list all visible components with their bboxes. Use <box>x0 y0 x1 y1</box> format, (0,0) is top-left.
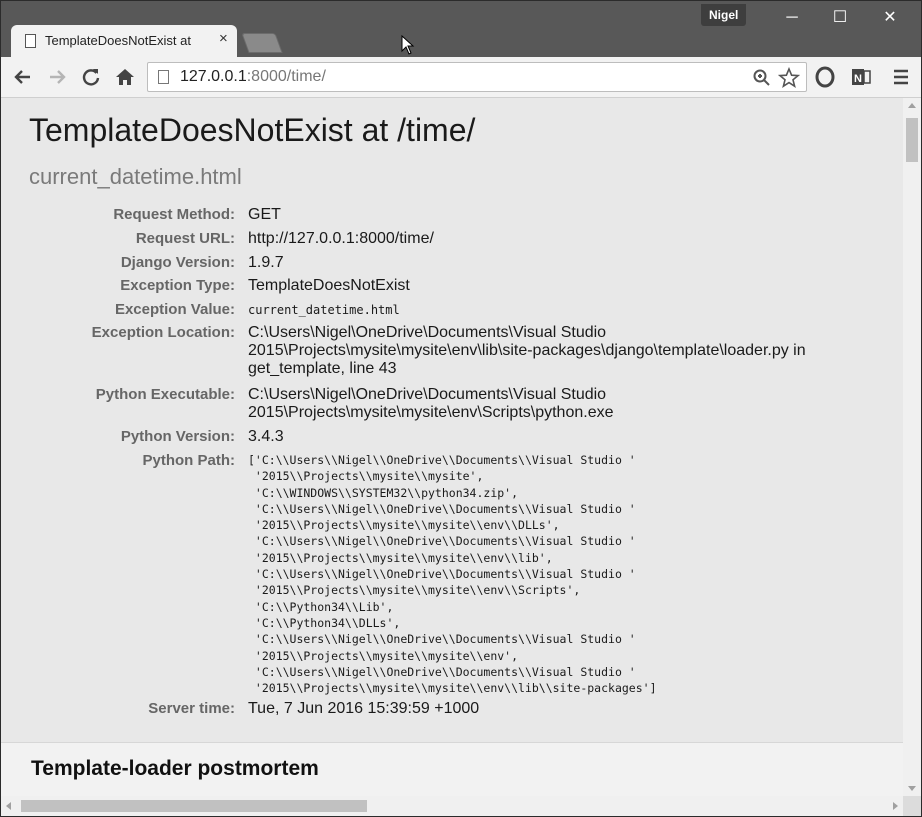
minimize-button[interactable]: ─ <box>769 1 815 35</box>
url-host: 127.0.0.1 <box>180 68 247 85</box>
back-icon[interactable] <box>9 63 37 91</box>
meta-value: GET <box>248 206 281 223</box>
vertical-scrollbar[interactable] <box>903 98 921 796</box>
meta-row-python-version: Python Version: 3.4.3 <box>1 428 881 452</box>
svg-text:N: N <box>854 73 862 85</box>
meta-key: Request Method: <box>113 206 235 223</box>
title-bar: Nigel ─ ☐ ✕ TemplateDoesNotExist at × <box>1 1 921 57</box>
onenote-extension-icon[interactable]: N <box>847 63 875 91</box>
bookmark-star-icon[interactable] <box>777 66 801 94</box>
python-path-line: '2015\\Projects\\mysite\\mysite\\env\\li… <box>248 550 553 565</box>
meta-key: Python Executable: <box>95 386 235 403</box>
page-content: TemplateDoesNotExist at /time/ current_d… <box>1 98 903 796</box>
tab-active[interactable]: TemplateDoesNotExist at × <box>11 25 237 57</box>
zoom-icon[interactable] <box>752 66 772 93</box>
python-path-line: 'C:\\Users\\Nigel\\OneDrive\\Documents\\… <box>248 664 636 679</box>
meta-key: Exception Value: <box>114 301 235 318</box>
meta-value: 3.4.3 <box>248 428 284 445</box>
python-path-line: 'C:\\Users\\Nigel\\OneDrive\\Documents\\… <box>248 632 636 647</box>
opera-extension-icon[interactable] <box>811 63 839 91</box>
tab-title: TemplateDoesNotExist at <box>45 33 191 48</box>
meta-key: Request URL: <box>135 230 235 247</box>
meta-row-python-executable: Python Executable: C:\Users\Nigel\OneDri… <box>1 386 881 428</box>
scroll-up-arrow-icon[interactable] <box>908 103 916 108</box>
section-heading: Template-loader postmortem <box>31 757 319 780</box>
meta-row-request-method: Request Method: GET <box>1 206 881 230</box>
python-path-line: '2015\\Projects\\mysite\\mysite\\env\\Sc… <box>248 583 581 598</box>
mouse-cursor-icon <box>401 35 415 55</box>
meta-value: http://127.0.0.1:8000/time/ <box>248 230 434 247</box>
meta-key: Python Version: <box>120 428 235 445</box>
request-meta-table: Request Method: GET Request URL: http://… <box>1 206 881 724</box>
meta-key: Exception Type: <box>120 277 235 294</box>
meta-row-exception-location: Exception Location: C:\Users\Nigel\OneDr… <box>1 324 881 386</box>
scroll-right-arrow-icon[interactable] <box>893 802 898 810</box>
python-path-line: '2015\\Projects\\mysite\\mysite', <box>248 469 484 484</box>
meta-key: Server time: <box>148 700 235 717</box>
horizontal-scrollbar[interactable] <box>1 796 903 816</box>
maximize-button[interactable]: ☐ <box>817 1 863 35</box>
new-tab-button[interactable] <box>241 33 283 53</box>
close-window-button[interactable]: ✕ <box>867 1 913 35</box>
python-path-line: '2015\\Projects\\mysite\\mysite\\env\\DL… <box>248 518 560 533</box>
scroll-down-arrow-icon[interactable] <box>908 786 916 791</box>
meta-key: Django Version: <box>120 254 235 271</box>
meta-row-exception-type: Exception Type: TemplateDoesNotExist <box>1 277 881 301</box>
python-path-line: 'C:\\Python34\\DLLs', <box>248 615 401 630</box>
horizontal-scroll-thumb[interactable] <box>21 800 367 812</box>
page-icon <box>158 70 169 84</box>
reload-icon[interactable] <box>77 63 105 91</box>
python-path-line: 'C:\\Users\\Nigel\\OneDrive\\Documents\\… <box>248 567 636 582</box>
python-path-line: ['C:\\Users\\Nigel\\OneDrive\\Documents\… <box>248 453 636 467</box>
meta-row-exception-value: Exception Value: current_datetime.html <box>1 301 881 324</box>
meta-value: C:\Users\Nigel\OneDrive\Documents\Visual… <box>248 386 614 421</box>
forward-icon[interactable] <box>43 63 71 91</box>
menu-icon[interactable] <box>887 63 915 91</box>
browser-toolbar: 127.0.0.1:8000/time/ N <box>1 57 921 98</box>
meta-row-request-url: Request URL: http://127.0.0.1:8000/time/ <box>1 230 881 254</box>
address-bar[interactable]: 127.0.0.1:8000/time/ <box>147 62 807 92</box>
meta-value: C:\Users\Nigel\OneDrive\Documents\Visual… <box>248 324 806 377</box>
python-path-list: ['C:\\Users\\Nigel\\OneDrive\\Documents\… <box>235 452 848 700</box>
python-path-line: '2015\\Projects\\mysite\\mysite\\env\\li… <box>248 681 657 696</box>
profile-badge[interactable]: Nigel <box>701 4 747 26</box>
browser-window: Nigel ─ ☐ ✕ TemplateDoesNotExist at × 12… <box>0 0 922 817</box>
python-path-line: 'C:\\Users\\Nigel\\OneDrive\\Documents\\… <box>248 501 636 516</box>
python-path-line: 'C:\\Python34\\Lib', <box>248 599 394 614</box>
meta-row-python-path: Python Path: ['C:\\Users\\Nigel\\OneDriv… <box>1 452 881 700</box>
meta-key: Exception Location: <box>91 324 235 341</box>
meta-value: TemplateDoesNotExist <box>248 277 410 294</box>
scroll-left-arrow-icon[interactable] <box>6 802 11 810</box>
page-subtitle: current_datetime.html <box>29 164 242 189</box>
page-title: TemplateDoesNotExist at /time/ <box>29 112 476 148</box>
postmortem-section: Template-loader postmortem <box>1 742 903 796</box>
home-icon[interactable] <box>111 63 139 91</box>
meta-key: Python Path: <box>142 452 236 469</box>
meta-value: 1.9.7 <box>248 254 284 271</box>
url-text[interactable]: 127.0.0.1:8000/time/ <box>180 68 326 86</box>
python-path-line: '2015\\Projects\\mysite\\mysite\\env', <box>248 648 519 663</box>
python-path-line: 'C:\\WINDOWS\\SYSTEM32\\python34.zip', <box>248 485 519 500</box>
tab-close-icon[interactable]: × <box>219 30 228 47</box>
meta-row-server-time: Server time: Tue, 7 Jun 2016 15:39:59 +1… <box>1 700 881 724</box>
url-path: :8000/time/ <box>246 68 326 85</box>
meta-value: current_datetime.html <box>248 303 400 317</box>
python-path-line: 'C:\\Users\\Nigel\\OneDrive\\Documents\\… <box>248 534 636 549</box>
scrollbar-corner <box>903 796 921 816</box>
meta-row-django-version: Django Version: 1.9.7 <box>1 254 881 277</box>
page-icon <box>25 34 36 48</box>
vertical-scroll-thumb[interactable] <box>906 118 918 162</box>
meta-value: Tue, 7 Jun 2016 15:39:59 +1000 <box>248 700 480 717</box>
